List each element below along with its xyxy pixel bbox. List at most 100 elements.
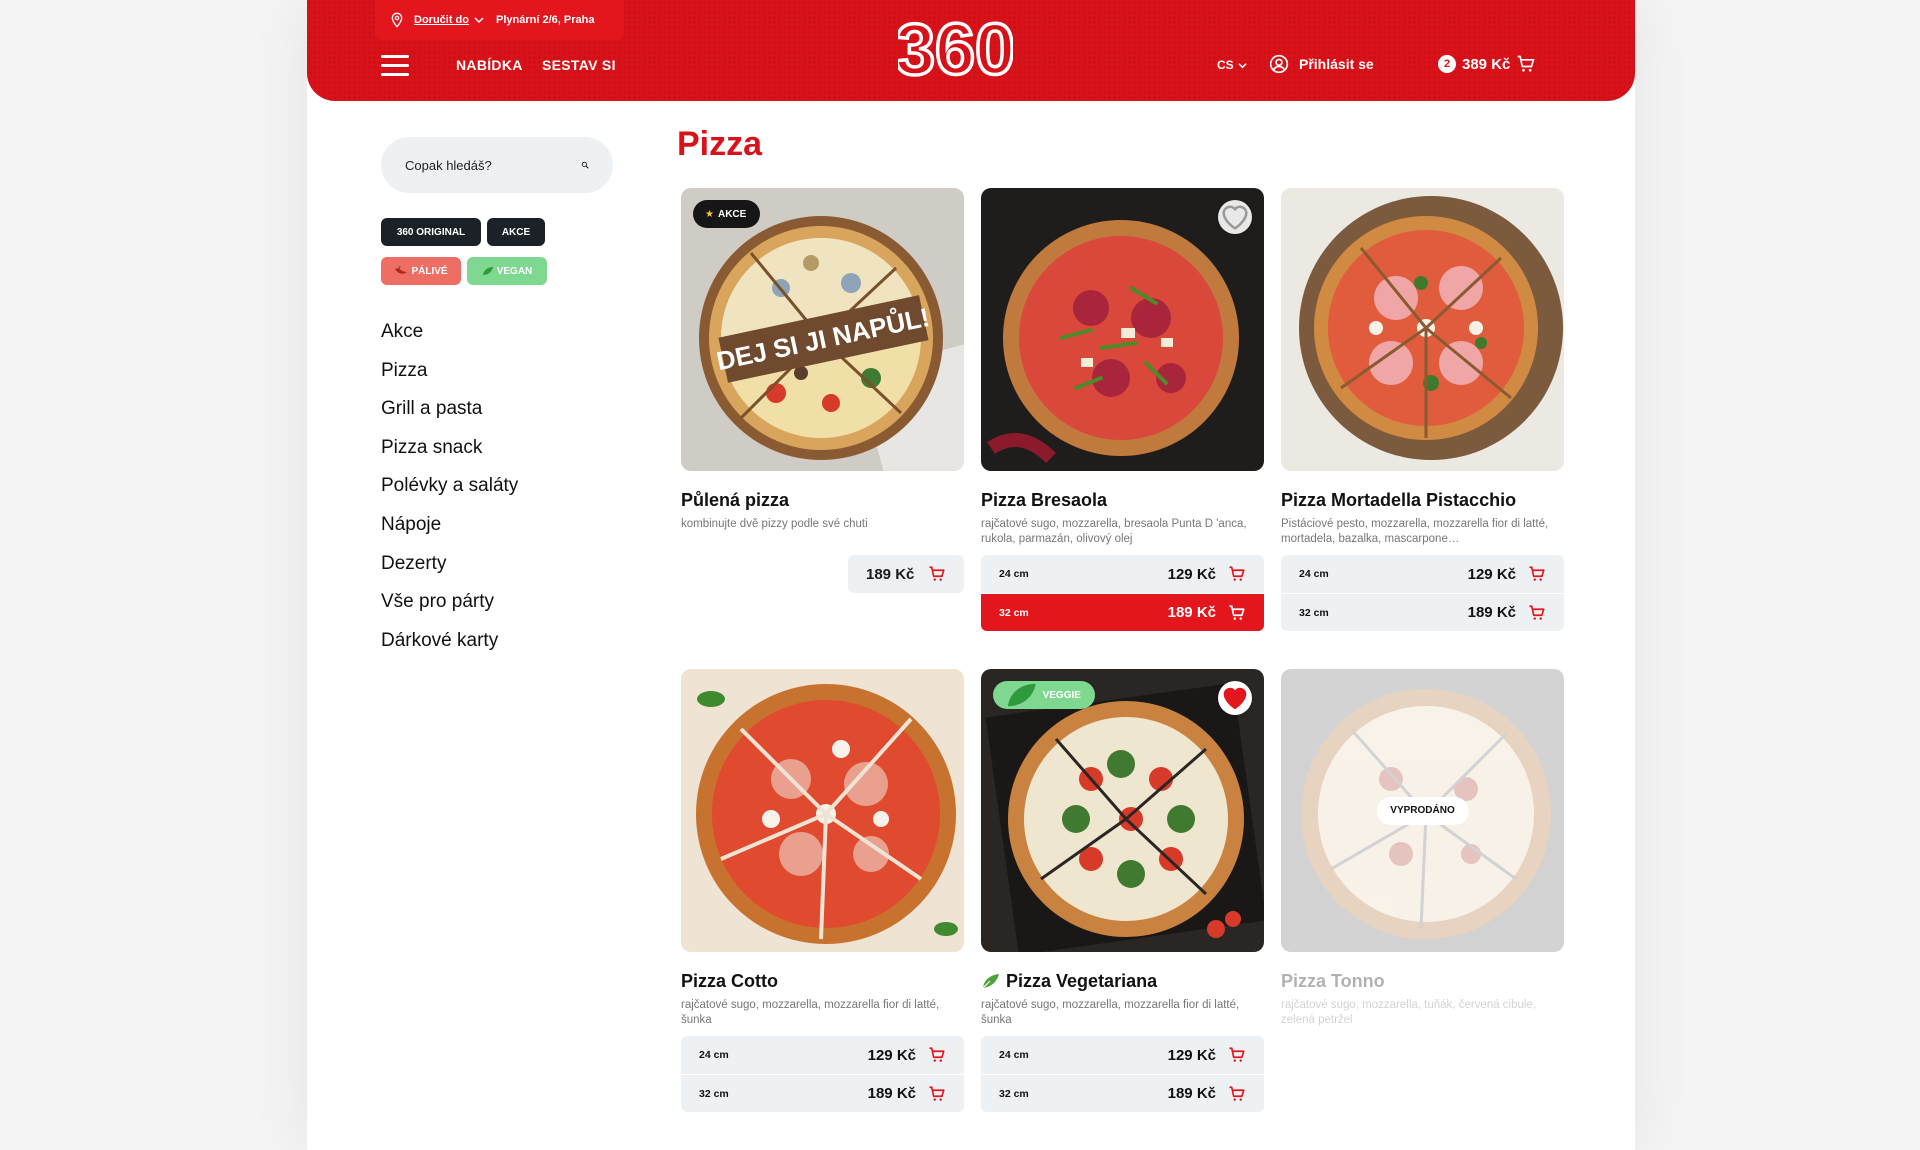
nav-nabidka[interactable]: NABÍDKA <box>456 57 523 73</box>
category-dezerty[interactable]: Dezerty <box>381 552 518 591</box>
size-option-32cm[interactable]: 32 cm 189 Kč <box>1281 593 1564 631</box>
login-button[interactable]: Přihlásit se <box>1269 54 1374 74</box>
add-to-cart-button[interactable]: 189 Kč <box>848 555 964 593</box>
cart-icon <box>1229 604 1245 620</box>
pizza-image <box>1281 188 1564 471</box>
product-description: Pistáciové pesto, mozzarella, mozzarella… <box>1281 518 1549 545</box>
size-price-options: 24 cm 129 Kč 32 cm 189 Kč <box>1281 555 1564 631</box>
size-option-24cm[interactable]: 24 cm 129 Kč <box>981 555 1264 593</box>
filter-tag-palive[interactable]: PÁLIVÉ <box>381 257 461 285</box>
size-price: 189 Kč <box>1167 1085 1216 1102</box>
size-price-options: 24 cm 129 Kč 32 cm 189 Kč <box>981 555 1264 631</box>
product-card-pizza-bresaola: Pizza Bresaola rajčatové sugo, mozzarell… <box>981 188 1264 631</box>
product-description: rajčatové sugo, mozzarella, bresaola Pun… <box>981 518 1247 545</box>
product-image[interactable]: DEJ SI JI NAPŮL! ★ AKCE <box>681 188 964 471</box>
filter-tag-vegan[interactable]: VEGAN <box>467 257 547 285</box>
size-option-32cm[interactable]: 32 cm 189 Kč <box>681 1074 964 1112</box>
deliver-address: Plynární 2/6, Praha <box>496 14 595 26</box>
cart-count-badge: 2 <box>1438 55 1456 73</box>
chevron-down-icon <box>474 17 484 24</box>
sold-out-label: VYPRODÁNO <box>1376 796 1469 825</box>
product-name-row: Pizza Vegetariana <box>981 970 1264 992</box>
product-name[interactable]: Pizza Bresaola <box>981 489 1264 511</box>
product-card-pizza-mortadella-pistacchio: Pizza Mortadella Pistacchio Pistáciové p… <box>1281 188 1564 631</box>
category-polevky-a-salaty[interactable]: Polévky a saláty <box>381 474 518 513</box>
size-label: 24 cm <box>999 1049 1029 1061</box>
site-header: Doručit do Plynární 2/6, Praha NABÍDKA S… <box>307 0 1635 101</box>
badge-label: VEGGIE <box>1042 689 1081 701</box>
size-label: 24 cm <box>699 1049 729 1061</box>
product-name[interactable]: Pizza Vegetariana <box>1006 971 1157 991</box>
size-label: 24 cm <box>1299 568 1329 580</box>
cart-button[interactable]: 2 389 Kč <box>1438 54 1536 74</box>
leaf-icon <box>1007 683 1036 707</box>
category-akce[interactable]: Akce <box>381 320 518 359</box>
size-price: 189 Kč <box>867 1085 916 1102</box>
search-icon[interactable] <box>581 156 589 174</box>
product-card-pizza-cotto: Pizza Cotto rajčatové sugo, mozzarella, … <box>681 669 964 1112</box>
location-pin-icon <box>391 12 403 28</box>
badge-label: AKCE <box>717 208 747 220</box>
favorite-button[interactable] <box>1218 681 1252 715</box>
category-list: Akce Pizza Grill a pasta Pizza snack Pol… <box>381 320 518 667</box>
size-label: 32 cm <box>999 606 1029 619</box>
size-price: 129 Kč <box>1167 565 1216 583</box>
size-option-32cm[interactable]: 32 cm 189 Kč <box>981 1074 1264 1112</box>
nav-sestav-si[interactable]: SESTAV SI <box>542 57 616 73</box>
brand-logo[interactable]: 360 <box>898 12 1013 88</box>
category-grill-a-pasta[interactable]: Grill a pasta <box>381 397 518 436</box>
product-image[interactable] <box>981 188 1264 471</box>
product-name[interactable]: Pizza Mortadella Pistacchio <box>1281 489 1564 511</box>
akce-badge: ★ AKCE <box>693 200 761 228</box>
cart-icon <box>1229 566 1245 581</box>
delivery-address-selector[interactable]: Doručit do Plynární 2/6, Praha <box>375 0 624 40</box>
size-price: 189 Kč <box>1467 604 1516 621</box>
product-image[interactable]: VEGGIE <box>981 669 1264 952</box>
size-price: 189 Kč <box>1167 604 1216 621</box>
size-label: 32 cm <box>699 1087 729 1100</box>
favorite-button[interactable] <box>1218 200 1252 234</box>
language-selector[interactable]: CS <box>1217 58 1247 72</box>
filter-tag-akce[interactable]: AKCE <box>487 218 545 246</box>
search-input[interactable] <box>405 157 581 173</box>
size-option-24cm[interactable]: 24 cm 129 Kč <box>981 1036 1264 1074</box>
cart-total: 389 Kč <box>1462 55 1511 73</box>
category-pizza[interactable]: Pizza <box>381 359 518 398</box>
product-image[interactable] <box>1281 188 1564 471</box>
product-description: kombinujte dvě pizzy podle své chuti <box>681 518 868 530</box>
product-image[interactable] <box>681 669 964 952</box>
product-description: rajčatové sugo, mozzarella, tuňák, červe… <box>1281 999 1537 1026</box>
menu-icon[interactable] <box>381 55 409 76</box>
language-code: CS <box>1217 58 1234 72</box>
size-price-options: 24 cm 129 Kč 32 cm 189 Kč <box>681 1036 964 1112</box>
size-option-24cm[interactable]: 24 cm 129 Kč <box>681 1036 964 1074</box>
product-description: rajčatové sugo, mozzarella, mozzarella f… <box>981 999 1240 1026</box>
cart-icon <box>1229 1047 1245 1062</box>
cart-icon <box>1529 604 1545 620</box>
filter-tag-360-original[interactable]: 360 ORIGINAL <box>381 218 481 246</box>
size-option-32cm[interactable]: 32 cm 189 Kč <box>981 593 1264 631</box>
page: Doručit do Plynární 2/6, Praha NABÍDKA S… <box>307 0 1635 1150</box>
category-vse-pro-party[interactable]: Vše pro párty <box>381 590 518 629</box>
size-option-24cm[interactable]: 24 cm 129 Kč <box>1281 555 1564 593</box>
deliver-label[interactable]: Doručit do <box>414 14 469 26</box>
cart-icon <box>929 1047 945 1062</box>
size-price: 129 Kč <box>1167 1046 1216 1064</box>
category-darkove-karty[interactable]: Dárkové karty <box>381 629 518 668</box>
product-name[interactable]: Půlená pizza <box>681 489 964 511</box>
cart-icon <box>1518 55 1535 72</box>
product-price: 189 Kč <box>866 565 915 583</box>
category-napoje[interactable]: Nápoje <box>381 513 518 552</box>
product-image: VYPRODÁNO <box>1281 669 1564 952</box>
login-label: Přihlásit se <box>1299 56 1374 72</box>
category-pizza-snack[interactable]: Pizza snack <box>381 436 518 475</box>
pizza-image <box>681 669 964 952</box>
tag-label: VEGAN <box>496 265 533 277</box>
pizza-image: DEJ SI JI NAPŮL! <box>681 188 964 471</box>
tag-label: PÁLIVÉ <box>411 265 448 277</box>
product-name[interactable]: Pizza Cotto <box>681 970 964 992</box>
size-price: 129 Kč <box>1467 565 1516 583</box>
product-name: Pizza Tonno <box>1281 971 1385 991</box>
product-description: rajčatové sugo, mozzarella, mozzarella f… <box>681 999 940 1026</box>
size-price: 129 Kč <box>867 1046 916 1064</box>
